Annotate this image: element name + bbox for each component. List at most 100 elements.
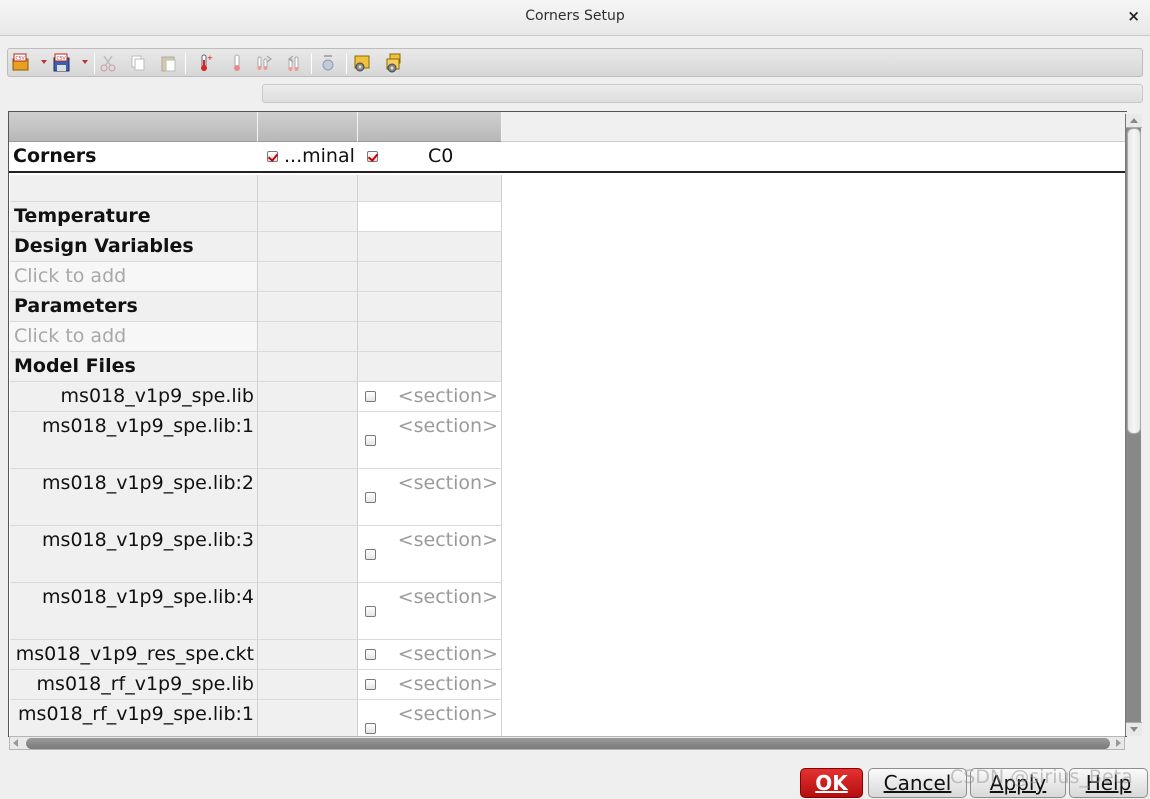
parameters-label: Parameters	[10, 292, 258, 322]
header-cell-c0[interactable]	[358, 112, 502, 142]
horizontal-scrollbar[interactable]	[9, 736, 1125, 750]
parameters-add[interactable]: Click to add	[10, 322, 258, 352]
model-file-name: ms018_v1p9_res_spe.ckt	[10, 640, 258, 670]
header-cell-nominal[interactable]	[258, 112, 358, 142]
section-field[interactable]: <section>	[398, 412, 498, 441]
csv-save-dropdown-icon[interactable]	[82, 60, 88, 64]
section-field[interactable]: <section>	[398, 670, 498, 699]
add-variable-icon[interactable]	[226, 52, 248, 74]
section-field[interactable]: <section>	[398, 640, 498, 669]
toolbar-separator	[185, 53, 186, 74]
group-setup-icon[interactable]	[383, 52, 405, 74]
help-button[interactable]: Help	[1069, 768, 1148, 798]
model-file-name: ms018_rf_v1p9_spe.lib	[10, 670, 258, 700]
nominal-checkbox[interactable]	[267, 151, 278, 162]
apply-button[interactable]: Apply	[970, 768, 1066, 798]
add-parameter-icon[interactable]	[253, 52, 275, 74]
help-button-label: Help	[1085, 771, 1132, 795]
add-temperature-icon[interactable]: +	[193, 52, 215, 74]
c0-corner-name[interactable]: C0	[428, 142, 453, 171]
arrow-up-icon	[1130, 118, 1138, 123]
cancel-button-label: Cancel	[883, 771, 952, 795]
clear-icon[interactable]	[317, 52, 339, 74]
model-file-nominal-cell	[258, 382, 358, 412]
cancel-button[interactable]: Cancel	[868, 768, 967, 798]
temperature-nominal-cell[interactable]	[258, 202, 358, 232]
arrow-left-icon[interactable]	[13, 739, 18, 747]
model-file-nominal-cell	[258, 526, 358, 583]
add-model-icon[interactable]	[284, 52, 306, 74]
model-file-checkbox[interactable]	[365, 606, 376, 617]
ok-button[interactable]: OK	[800, 768, 863, 798]
corners-row: Corners ...minal C0	[9, 142, 1127, 173]
model-file-c0-cell[interactable]: <section>	[358, 583, 502, 640]
parameters-add-c0	[358, 322, 502, 352]
section-field[interactable]: <section>	[398, 469, 498, 498]
c0-checkbox[interactable]	[367, 151, 378, 162]
model-file-nominal-cell	[258, 700, 358, 736]
blank-row-nominal	[258, 175, 358, 202]
copy-icon[interactable]	[127, 52, 149, 74]
parameters-add-nominal	[258, 322, 358, 352]
csv-open-icon[interactable]: CSV	[10, 52, 32, 74]
ok-button-label: OK	[815, 771, 848, 795]
apply-button-label: Apply	[989, 771, 1047, 795]
design-variables-add-nominal	[258, 262, 358, 292]
model-file-name: ms018_v1p9_spe.lib:2	[10, 469, 258, 526]
arrow-right-icon[interactable]	[1116, 739, 1121, 747]
corners-table: Corners ...minal C0 Temperature Design V…	[8, 111, 1127, 737]
scroll-down-button[interactable]	[1126, 722, 1142, 736]
model-file-c0-cell[interactable]: <section>	[358, 412, 502, 469]
model-file-checkbox[interactable]	[365, 435, 376, 446]
temperature-label: Temperature	[10, 202, 258, 232]
model-file-c0-cell[interactable]: <section>	[358, 526, 502, 583]
blank-row-label	[10, 175, 258, 202]
model-file-checkbox[interactable]	[365, 549, 376, 560]
paste-icon[interactable]	[158, 52, 180, 74]
nominal-corner-name[interactable]: ...minal	[284, 142, 355, 171]
model-file-nominal-cell	[258, 469, 358, 526]
vertical-scrollbar[interactable]	[1125, 114, 1142, 736]
svg-text:CSV: CSV	[16, 56, 26, 62]
section-field[interactable]: <section>	[398, 382, 498, 411]
setup-icon[interactable]	[351, 52, 373, 74]
model-file-checkbox[interactable]	[365, 492, 376, 503]
model-file-c0-cell[interactable]: <section>	[358, 469, 502, 526]
section-field[interactable]: <section>	[398, 700, 498, 729]
design-variables-label: Design Variables	[10, 232, 258, 262]
design-variables-c0-cell	[358, 232, 502, 262]
model-file-checkbox[interactable]	[365, 723, 376, 734]
model-file-checkbox[interactable]	[365, 391, 376, 402]
svg-text:CSV: CSV	[57, 56, 67, 62]
model-file-c0-cell[interactable]: <section>	[358, 670, 502, 700]
model-file-name: ms018_v1p9_spe.lib:1	[10, 412, 258, 469]
horizontal-scroll-thumb[interactable]	[26, 738, 1110, 749]
temperature-c0-cell[interactable]	[358, 202, 502, 232]
design-variables-add[interactable]: Click to add	[10, 262, 258, 292]
scroll-up-button[interactable]	[1126, 114, 1142, 128]
model-file-name: ms018_v1p9_spe.lib:3	[10, 526, 258, 583]
header-cell-label	[9, 112, 258, 142]
model-file-checkbox[interactable]	[365, 679, 376, 690]
model-file-nominal-cell	[258, 640, 358, 670]
csv-save-icon[interactable]: CSV	[51, 52, 73, 74]
section-field[interactable]: <section>	[398, 583, 498, 612]
model-files-label: Model Files	[10, 352, 258, 382]
section-field[interactable]: <section>	[398, 526, 498, 555]
close-button[interactable]: ×	[1127, 7, 1140, 25]
toolbar: CSV CSV +	[7, 48, 1143, 77]
csv-open-dropdown-icon[interactable]	[41, 60, 47, 64]
model-file-c0-cell[interactable]: <section>	[358, 382, 502, 412]
corners-setup-window: Corners Setup × CSV CSV + Corners ...min…	[0, 0, 1150, 799]
model-file-name: ms018_v1p9_spe.lib:4	[10, 583, 258, 640]
filter-bar[interactable]	[262, 84, 1143, 103]
model-file-checkbox[interactable]	[365, 649, 376, 660]
model-file-c0-cell[interactable]: <section>	[358, 700, 502, 736]
parameters-nominal-cell	[258, 292, 358, 322]
vertical-scroll-thumb[interactable]	[1127, 128, 1141, 434]
cut-icon[interactable]	[97, 52, 119, 74]
model-file-c0-cell[interactable]: <section>	[358, 640, 502, 670]
toolbar-separator	[94, 53, 95, 74]
model-file-nominal-cell	[258, 670, 358, 700]
blank-row-c0	[358, 175, 502, 202]
